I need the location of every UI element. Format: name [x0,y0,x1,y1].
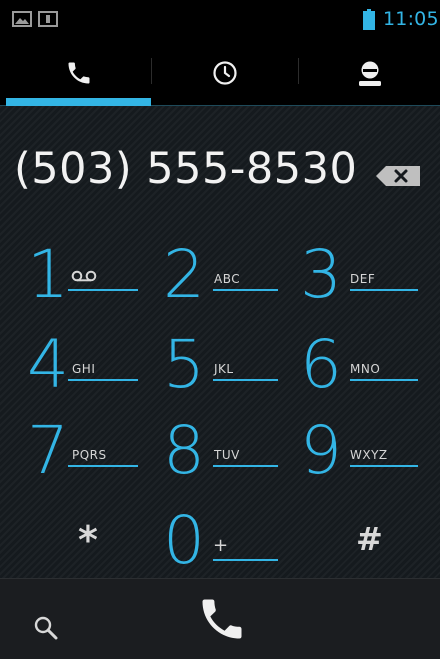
voicemail-icon [71,270,97,282]
key-underline [213,289,278,291]
key-digit: 1 [27,236,69,313]
battery-icon [363,9,375,30]
search-icon[interactable] [33,615,61,643]
key-9[interactable]: 9 WXYZ [300,406,425,496]
key-1[interactable]: 1 [27,230,152,320]
key-symbol: # [356,520,383,558]
key-letters: DEF [350,272,376,286]
action-bar [0,578,440,659]
key-digit: 6 [300,326,342,403]
tab-selected-indicator [6,98,151,106]
key-hash[interactable]: # [300,496,425,586]
tab-contacts[interactable] [299,40,440,106]
sd-card-icon [38,11,58,27]
key-0[interactable]: 0 + [163,496,288,586]
key-2[interactable]: 2 ABC [163,230,288,320]
key-underline [350,289,418,291]
dialer-panel: (503) 555-8530 1 2 ABC 3 DEF 4 GHI 5 JKL… [0,106,440,579]
key-digit: 2 [163,236,205,313]
key-digit: 5 [163,326,205,403]
status-bar: 11:05 [0,0,440,40]
key-underline [68,289,138,291]
key-letters: PQRS [72,448,107,462]
key-digit: 7 [27,412,69,489]
image-notification-icon [12,11,32,27]
key-digit: 4 [27,326,69,403]
key-letters: ABC [214,272,241,286]
clock-time: 11:05 [383,8,439,30]
key-digit: 9 [300,412,342,489]
key-digit: 0 [163,502,205,579]
key-3[interactable]: 3 DEF [300,230,425,320]
person-icon [358,61,381,86]
key-letters: + [213,535,229,556]
key-digit: 8 [163,412,205,489]
key-underline [68,379,138,381]
key-4[interactable]: 4 GHI [27,320,152,410]
key-underline [350,465,418,467]
key-underline [68,465,138,467]
tab-recent[interactable] [152,40,297,106]
key-letters: GHI [72,362,96,376]
backspace-icon[interactable] [368,158,428,194]
key-symbol: * [78,518,98,562]
phone-icon [68,62,89,84]
key-underline [350,379,418,381]
tab-bar [0,40,440,106]
key-7[interactable]: 7 PQRS [27,406,152,496]
key-underline [213,465,278,467]
phone-icon[interactable] [196,593,248,645]
key-letters: JKL [214,362,234,376]
key-underline [213,559,278,561]
key-letters: TUV [214,448,240,462]
key-digit: 3 [300,236,342,313]
key-5[interactable]: 5 JKL [163,320,288,410]
key-underline [213,379,278,381]
key-letters: MNO [350,362,381,376]
clock-icon [212,61,237,85]
tab-phone[interactable] [6,40,151,106]
key-6[interactable]: 6 MNO [300,320,425,410]
key-star[interactable]: * [27,496,152,586]
dialed-number: (503) 555-8530 [14,144,358,194]
key-8[interactable]: 8 TUV [163,406,288,496]
key-letters: WXYZ [350,448,388,462]
